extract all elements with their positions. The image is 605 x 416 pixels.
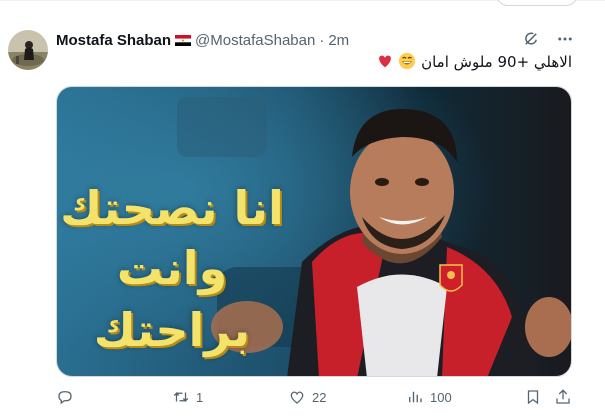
tweet-header: Mostafa Shaban @MostafaShaban · 2m (56, 30, 349, 50)
like-button[interactable]: 22 (288, 388, 326, 406)
bookmark-icon (527, 390, 539, 405)
grinning-face-icon (399, 52, 416, 70)
reply-button[interactable] (56, 388, 80, 406)
reply-icon (58, 391, 72, 405)
separator: · (319, 31, 325, 49)
heart-icon (290, 391, 304, 404)
share-button[interactable] (554, 388, 572, 406)
tweet-body: الاهلي +90 ملوش امان (421, 53, 572, 71)
previous-item-button[interactable] (496, 0, 578, 6)
media-caption-line2: وانت براحتك (93, 241, 251, 357)
avatar-image (8, 30, 48, 70)
tweet-actions: 1 22 100 (56, 388, 576, 408)
header-actions (522, 30, 574, 48)
retweet-button[interactable]: 1 (172, 388, 203, 406)
tweet-card[interactable]: Mostafa Shaban @MostafaShaban · 2m الاهل… (0, 0, 605, 416)
author-handle[interactable]: @MostafaShaban (195, 32, 315, 49)
retweet-icon (173, 391, 189, 403)
bookmark-button[interactable] (524, 388, 542, 406)
more-icon[interactable] (556, 30, 574, 48)
like-count: 22 (312, 389, 327, 405)
retweet-count: 1 (196, 389, 204, 405)
views-count: 100 (430, 389, 452, 405)
tweet-media[interactable]: انا نصحتك وانت براحتك (56, 86, 572, 377)
author-name[interactable]: Mostafa Shaban (56, 32, 171, 49)
timestamp[interactable]: 2m (328, 32, 349, 49)
egypt-flag-icon (175, 34, 192, 46)
media-caption-line1: انا نصحتك (60, 181, 284, 235)
share-icon (556, 389, 570, 404)
tweet-text: الاهلي +90 ملوش امان (122, 52, 572, 72)
red-heart-icon (378, 55, 391, 68)
views-button[interactable]: 100 (406, 388, 452, 406)
views-icon (409, 391, 422, 403)
grok-icon[interactable] (522, 30, 540, 48)
avatar[interactable] (8, 30, 48, 70)
